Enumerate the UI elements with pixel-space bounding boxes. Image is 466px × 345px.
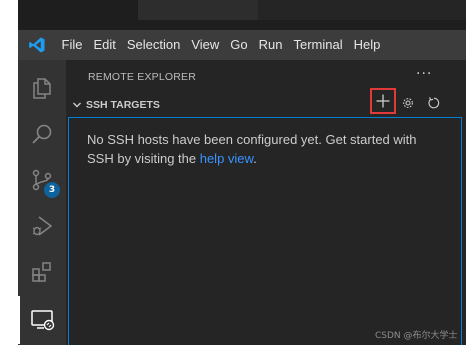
sidebar-title: REMOTE EXPLORER	[88, 71, 197, 83]
extensions-icon	[32, 262, 51, 282]
background-tab	[138, 0, 258, 20]
ssh-targets-view: No SSH hosts have been configured yet. G…	[68, 117, 462, 345]
watermark: CSDN @布尔大学士	[375, 331, 458, 341]
help-view-link[interactable]: help view	[200, 151, 253, 166]
configure-button[interactable]	[401, 95, 415, 109]
refresh-icon	[428, 97, 440, 109]
menu-help[interactable]: Help	[348, 30, 386, 60]
message-period: .	[253, 150, 257, 166]
menu-terminal[interactable]: Terminal	[288, 30, 348, 60]
vscode-logo-icon	[22, 30, 52, 60]
menu-run[interactable]: Run	[253, 30, 288, 60]
source-control-badge: 3	[44, 182, 60, 198]
menu-file[interactable]: File	[56, 30, 88, 60]
menu-edit[interactable]: Edit	[88, 30, 121, 60]
activity-remote-explorer[interactable]	[18, 296, 66, 344]
files-icon	[33, 78, 51, 99]
search-icon	[32, 124, 52, 144]
chevron-down-icon	[72, 99, 84, 111]
add-icon	[376, 94, 390, 108]
menubar: File Edit Selection View Go Run Terminal…	[18, 30, 466, 60]
background-window-strip	[18, 0, 466, 30]
activity-source-control[interactable]: 3	[18, 156, 66, 204]
gear-icon	[403, 98, 413, 108]
run-debug-icon	[32, 216, 53, 236]
activity-bar: 3	[18, 60, 66, 345]
sidebar: REMOTE EXPLORER ··· SSH TARGETS No SSH h…	[66, 60, 466, 345]
activity-search[interactable]	[18, 110, 66, 158]
menu-go[interactable]: Go	[225, 30, 253, 60]
refresh-button[interactable]	[427, 95, 441, 109]
activity-explorer[interactable]	[18, 64, 66, 112]
more-actions-button[interactable]: ···	[416, 66, 432, 82]
background-panel	[258, 0, 466, 20]
empty-state-message: No SSH hosts have been configured yet. G…	[87, 131, 427, 168]
add-ssh-host-button[interactable]	[370, 88, 396, 114]
menu-view[interactable]: View	[186, 30, 225, 60]
remote-explorer-icon	[31, 310, 55, 331]
ssh-targets-title: SSH TARGETS	[86, 99, 160, 111]
activity-run-debug[interactable]	[18, 202, 66, 250]
menu-selection[interactable]: Selection	[121, 30, 185, 60]
activity-extensions[interactable]	[18, 248, 66, 296]
vscode-window: File Edit Selection View Go Run Terminal…	[18, 30, 466, 345]
